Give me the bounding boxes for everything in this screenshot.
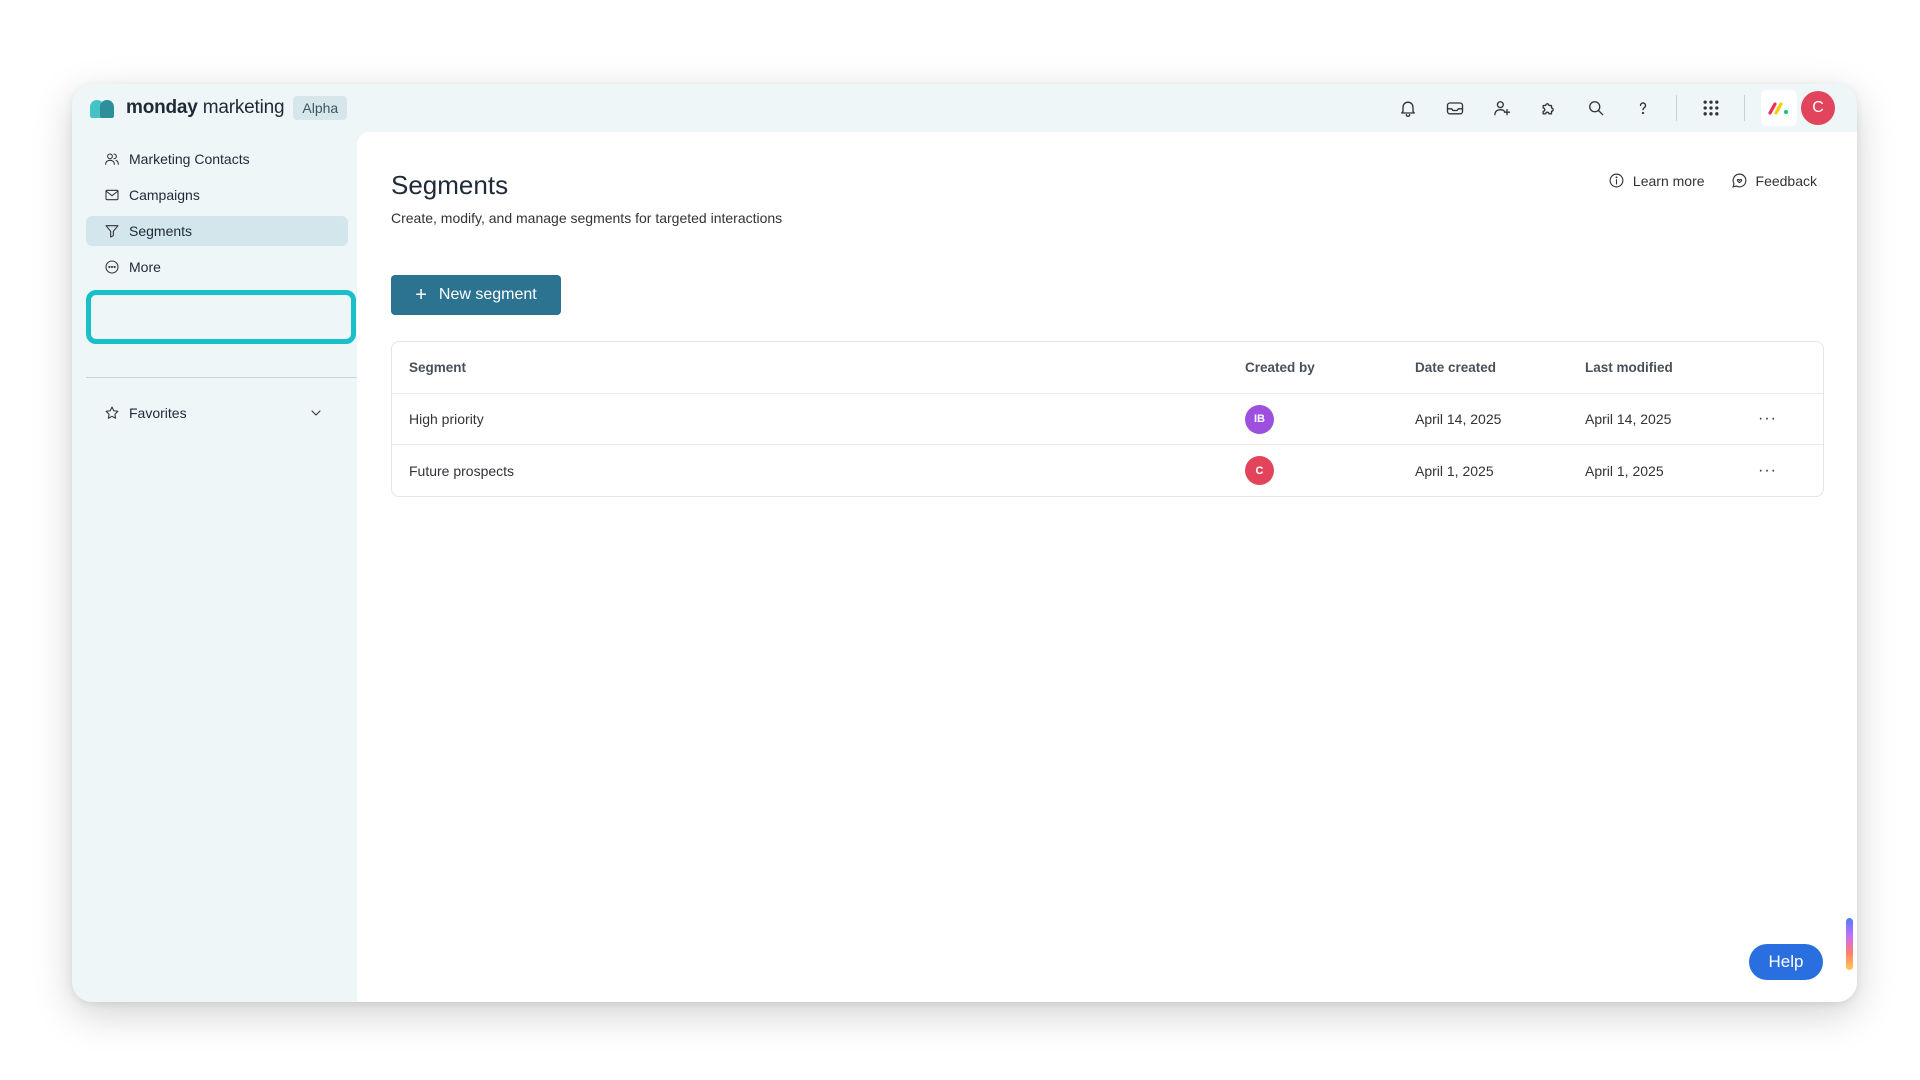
sidebar-item-label: Marketing Contacts xyxy=(129,151,250,167)
sidebar-item-label: More xyxy=(129,259,161,275)
new-segment-button[interactable]: + New segment xyxy=(391,275,561,315)
segment-name[interactable]: Future prospects xyxy=(409,463,514,479)
segment-name[interactable]: High priority xyxy=(409,411,484,427)
alpha-badge: Alpha xyxy=(293,96,348,120)
last-modified: April 1, 2025 xyxy=(1585,462,1664,479)
row-menu-icon[interactable]: ··· xyxy=(1758,410,1777,428)
favorites-label: Favorites xyxy=(129,405,187,421)
sidebar-item-segments[interactable]: Segments xyxy=(86,216,348,246)
header-links: Learn more Feedback xyxy=(1608,172,1817,189)
page-title: Segments xyxy=(391,170,509,200)
monday-logo-icon[interactable] xyxy=(1761,90,1797,126)
help-question-icon[interactable] xyxy=(1619,90,1666,126)
header-segment[interactable]: Segment xyxy=(409,360,466,375)
contacts-icon xyxy=(105,153,119,165)
bell-icon[interactable] xyxy=(1384,90,1431,126)
last-modified: April 14, 2025 xyxy=(1585,411,1672,427)
top-bar: monday marketing Alpha C xyxy=(72,84,1857,132)
more-circle-icon xyxy=(105,260,119,274)
sidebar-item-label: Campaigns xyxy=(129,187,200,203)
sidebar-divider xyxy=(86,377,357,378)
row-menu-icon[interactable]: ··· xyxy=(1758,462,1777,480)
header-last-modified[interactable]: Last modified xyxy=(1585,360,1673,375)
sidebar-item-marketing-contacts[interactable]: Marketing Contacts xyxy=(86,144,348,174)
ai-assistant-handle[interactable] xyxy=(1846,918,1853,970)
main-content: Segments Create, modify, and manage segm… xyxy=(357,132,1857,1002)
top-icons: C xyxy=(1384,90,1835,126)
header-date-created[interactable]: Date created xyxy=(1415,360,1496,375)
feedback-label: Feedback xyxy=(1755,172,1817,189)
creator-avatar[interactable]: IB xyxy=(1245,404,1274,434)
date-created: April 1, 2025 xyxy=(1415,462,1494,479)
table-header-row: Segment Created by Date created Last mod… xyxy=(392,342,1823,393)
topbar-divider xyxy=(1744,95,1745,121)
segments-highlight-outline xyxy=(86,290,356,344)
inbox-icon[interactable] xyxy=(1431,90,1478,126)
info-icon xyxy=(1609,173,1624,188)
table-row[interactable]: Future prospects C April 1, 2025 April 1… xyxy=(392,444,1823,496)
search-icon[interactable] xyxy=(1572,90,1619,126)
invite-user-icon[interactable] xyxy=(1478,90,1525,126)
table-row[interactable]: High priority IB April 14, 2025 April 14… xyxy=(392,393,1823,444)
topbar-divider xyxy=(1676,95,1677,121)
help-button[interactable]: Help xyxy=(1749,944,1823,980)
sidebar: Marketing Contacts Campaigns Segments Mo… xyxy=(72,132,357,1002)
brand-name[interactable]: monday marketing xyxy=(126,97,285,119)
apps-puzzle-icon[interactable] xyxy=(1525,90,1572,126)
sidebar-item-campaigns[interactable]: Campaigns xyxy=(86,180,348,210)
learn-more-link[interactable]: Learn more xyxy=(1608,172,1705,189)
header-created-by[interactable]: Created by xyxy=(1245,360,1315,375)
filter-icon xyxy=(105,225,119,238)
sidebar-item-more[interactable]: More xyxy=(86,252,348,282)
star-icon xyxy=(105,406,119,419)
new-segment-label: New segment xyxy=(438,286,537,303)
feedback-icon xyxy=(1731,173,1746,188)
grid-menu-icon[interactable] xyxy=(1687,90,1734,126)
creator-avatar[interactable]: C xyxy=(1245,456,1274,485)
sidebar-item-label: Segments xyxy=(129,223,193,239)
feedback-link[interactable]: Feedback xyxy=(1731,172,1817,189)
plus-icon: + xyxy=(415,284,427,306)
page-subtitle: Create, modify, and manage segments for … xyxy=(391,210,783,226)
learn-more-label: Learn more xyxy=(1632,172,1705,189)
app-window: monday marketing Alpha C Marketing Conta… xyxy=(72,84,1857,1002)
chevron-down-icon[interactable] xyxy=(308,405,324,421)
sidebar-favorites[interactable]: Favorites xyxy=(86,398,348,428)
date-created: April 14, 2025 xyxy=(1415,411,1502,427)
brand-logo-icon[interactable] xyxy=(90,98,118,118)
mail-icon xyxy=(105,189,119,201)
segments-table: Segment Created by Date created Last mod… xyxy=(391,341,1824,497)
user-avatar[interactable]: C xyxy=(1801,91,1835,125)
